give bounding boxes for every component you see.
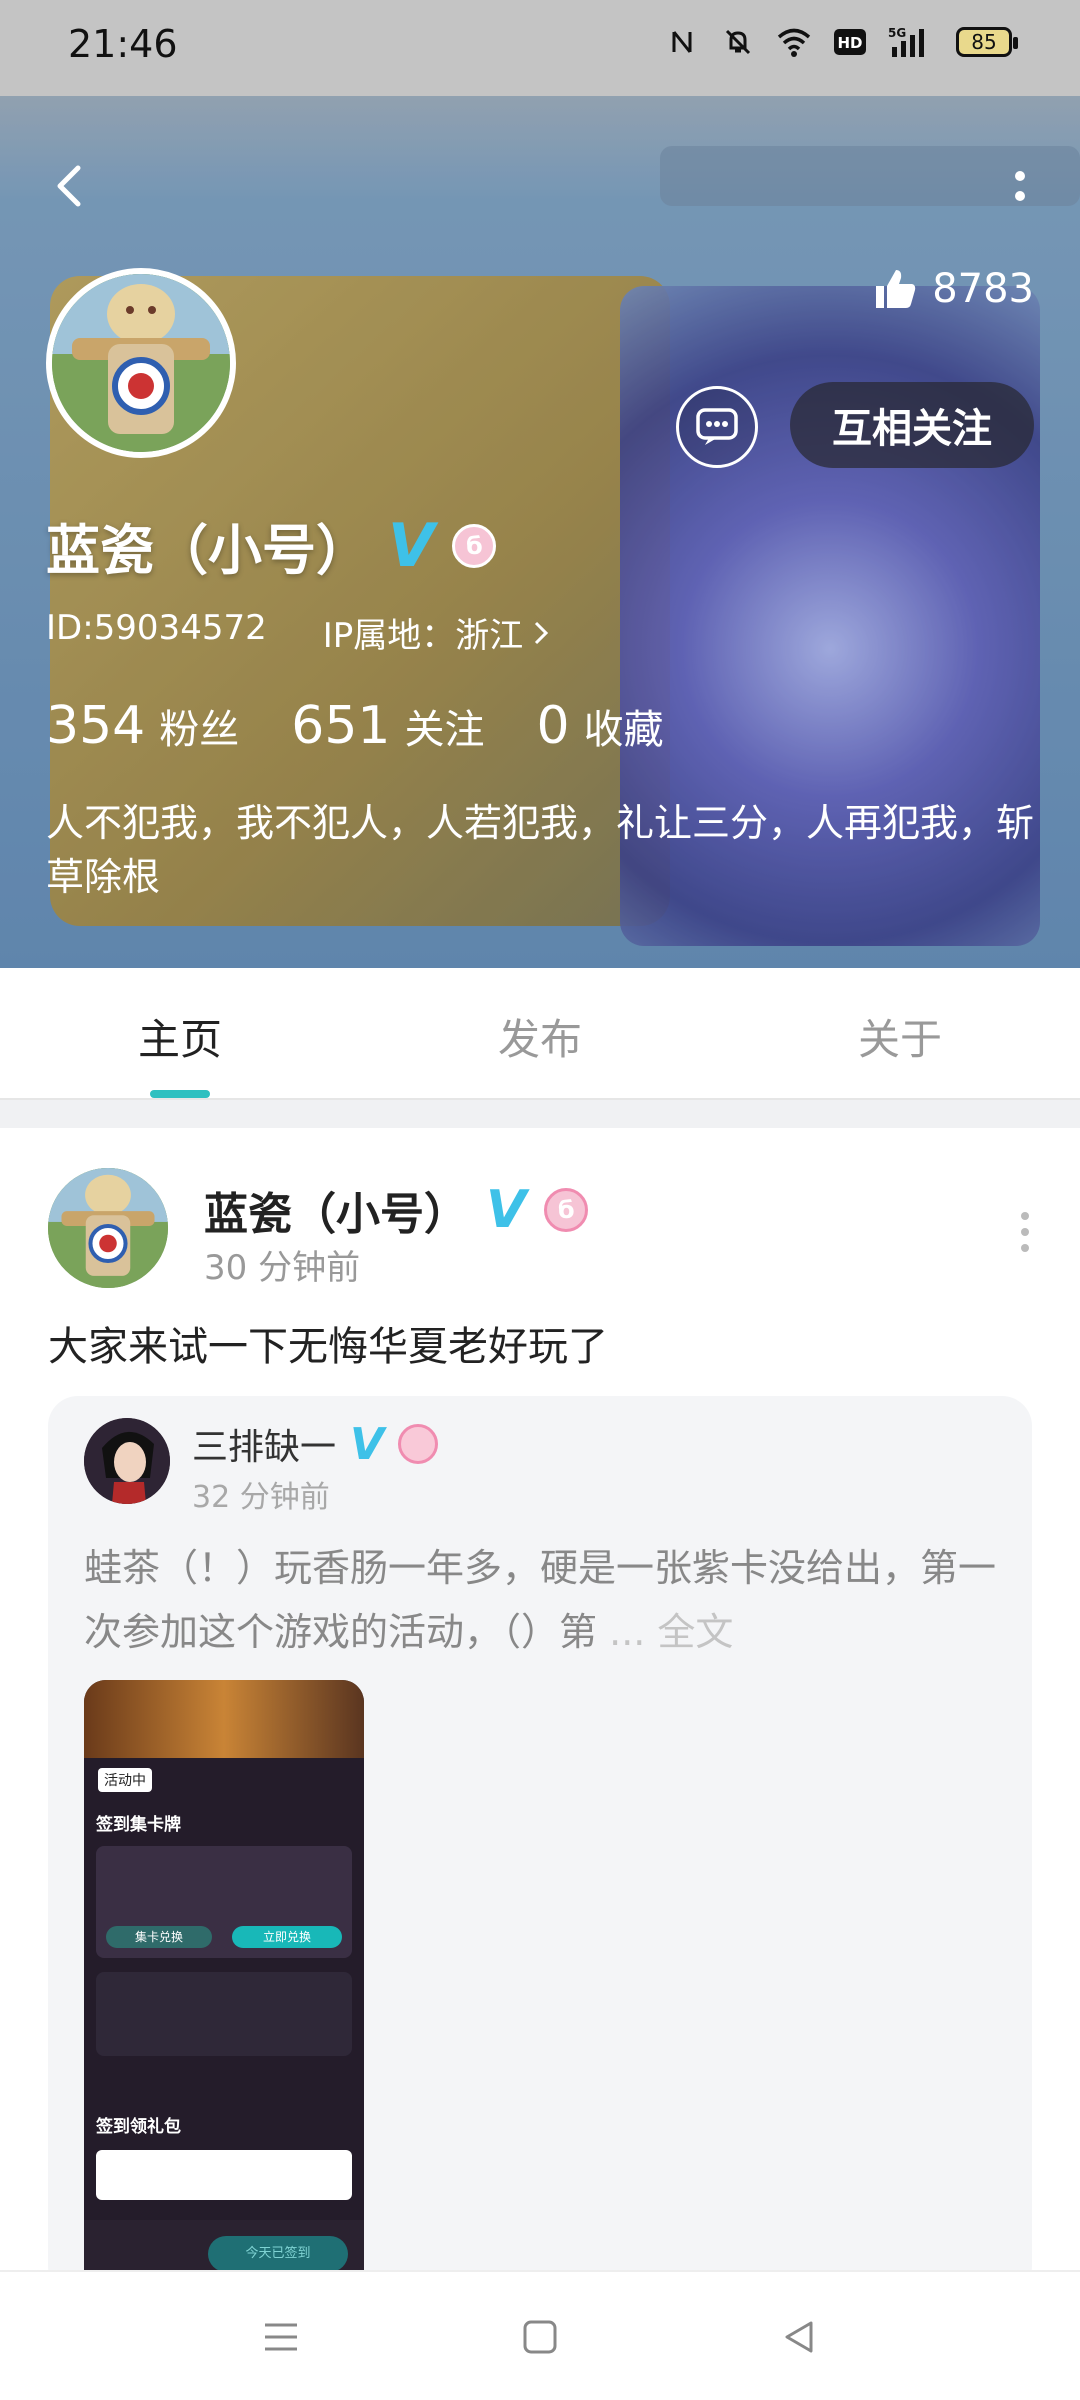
back-nav-icon[interactable]: [774, 2312, 824, 2362]
quoted-post-time: 32 分钟前: [192, 1480, 330, 1515]
status-bar: 21:46 HD 5G 85: [0, 0, 1080, 96]
post-time: 30 分钟前: [204, 1248, 361, 1288]
status-time: 21:46: [68, 22, 178, 66]
image-heading-cards: 签到集卡牌: [96, 1815, 181, 1835]
followers-count[interactable]: 354: [46, 696, 145, 756]
post-more-button[interactable]: [1010, 1212, 1040, 1252]
profile-avatar[interactable]: [46, 268, 236, 458]
profile-bio: 人不犯我，我不犯人，人若犯我，礼让三分，人再犯我，斩草除根: [46, 801, 1035, 899]
profile-page: 21:46 HD 5G 85 8783 互相关注 蓝瓷（小号） V б ID:5…: [0, 0, 1080, 2400]
signal-5g-icon: 5G: [888, 24, 936, 60]
chat-bubble-icon: [696, 408, 738, 445]
feed-post[interactable]: 蓝瓷（小号） V б 30 分钟前 大家来试一下无悔华夏老好玩了 三排缺一 V …: [0, 1128, 1080, 2296]
tab-about[interactable]: 关于: [858, 1006, 942, 1067]
likes-value: 8783: [932, 266, 1034, 312]
verified-v-badge: V: [486, 1180, 527, 1240]
post-author-name[interactable]: 蓝瓷（小号）: [204, 1178, 468, 1242]
username-row: 蓝瓷（小号） V б: [46, 506, 497, 585]
home-nav-icon[interactable]: [515, 2312, 565, 2362]
svg-text:HD: HD: [837, 34, 862, 52]
wifi-icon: [776, 24, 812, 60]
image-btn-exchange: 集卡兑换: [106, 1926, 212, 1948]
following-label[interactable]: 关注: [405, 697, 485, 755]
message-button[interactable]: [676, 386, 758, 468]
image-card-row: [96, 1972, 352, 2056]
tab-home[interactable]: 主页: [138, 1006, 222, 1067]
quoted-post-card[interactable]: 三排缺一 V 32 分钟前 蛙茶（！）玩香肠一年多，硬是一张紫卡没给出，第一次参…: [48, 1396, 1032, 2296]
post-author-row: 蓝瓷（小号） V б: [204, 1178, 589, 1242]
image-banner: [84, 1680, 364, 1758]
verified-v-badge: V: [388, 510, 435, 581]
menu-nav-icon[interactable]: [256, 2312, 306, 2362]
battery-icon: 85: [956, 27, 1018, 57]
user-id: ID:59034572: [46, 608, 267, 648]
svg-text:5G: 5G: [888, 26, 906, 40]
stats-row: 354 粉丝 651 关注 0 收藏: [46, 696, 702, 756]
character-avatar-icon: [84, 1418, 170, 1504]
nfc-icon: [664, 24, 700, 60]
back-button[interactable]: [40, 156, 100, 216]
profile-username: 蓝瓷（小号）: [46, 519, 370, 582]
ip-location-link[interactable]: IP属地：浙江: [323, 608, 552, 657]
image-gift-row: [96, 2150, 352, 2200]
image-btn-redeem: 立即兑换: [232, 1926, 342, 1948]
id-row: ID:59034572 IP属地：浙江: [46, 608, 551, 657]
following-count[interactable]: 651: [291, 696, 390, 756]
verified-v-badge: V: [350, 1418, 385, 1470]
hd-icon: HD: [832, 24, 868, 60]
quoted-author-row: 三排缺一 V: [192, 1418, 439, 1470]
post-author-avatar[interactable]: [48, 1168, 168, 1288]
favorites-count[interactable]: 0: [537, 696, 570, 756]
chevron-right-icon: [535, 621, 549, 644]
quoted-post-body: 蛙茶（！）玩香肠一年多，硬是一张紫卡没给出，第一次参加这个游戏的活动，（）第: [84, 1546, 997, 1654]
back-arrow-icon: [57, 165, 81, 207]
image-card-panel: 集卡兑换 立即兑换: [96, 1846, 352, 1958]
followers-label[interactable]: 粉丝: [159, 697, 239, 755]
image-heading-gift: 签到领礼包: [96, 2117, 181, 2137]
more-menu-button[interactable]: [990, 156, 1050, 216]
status-icons: HD 5G 85: [664, 24, 1018, 60]
mutual-follow-button[interactable]: 互相关注: [790, 382, 1034, 468]
system-nav-bar: [0, 2270, 1080, 2400]
tab-posts[interactable]: 发布: [498, 1006, 582, 1067]
image-status-tag: 活动中: [98, 1768, 152, 1792]
active-tab-indicator: [150, 1090, 210, 1098]
quoted-post-image[interactable]: 活动中 签到集卡牌 集卡兑换 立即兑换 签到领礼包 今天已签到: [84, 1680, 364, 2296]
favorites-label[interactable]: 收藏: [584, 697, 664, 755]
quoted-author-name[interactable]: 三排缺一: [192, 1418, 336, 1470]
level-badge-icon: [398, 1424, 439, 1464]
level-badge: б: [452, 523, 497, 568]
read-more-link[interactable]: ... 全文: [609, 1610, 733, 1654]
ip-location: IP属地：浙江: [322, 616, 524, 656]
profile-tabs: 主页 发布 关于: [0, 968, 1080, 1098]
post-text[interactable]: 大家来试一下无悔华夏老好玩了: [48, 1314, 608, 1372]
quoted-author-avatar[interactable]: [84, 1418, 170, 1504]
likes-count[interactable]: 8783: [872, 266, 1034, 312]
thumbs-up-icon: [876, 270, 916, 308]
quoted-post-text[interactable]: 蛙茶（！）玩香肠一年多，硬是一张紫卡没给出，第一次参加这个游戏的活动，（）第 .…: [84, 1536, 1004, 1664]
scarecrow-avatar-icon: [48, 1168, 168, 1288]
image-sign-button: 今天已签到: [208, 2236, 348, 2272]
mute-icon: [720, 24, 756, 60]
profile-header: 8783 互相关注 蓝瓷（小号） V б ID:59034572 IP属地：浙江…: [0, 96, 1080, 968]
scarecrow-avatar-icon: [52, 274, 230, 452]
level-badge: б: [544, 1188, 589, 1232]
section-divider: [0, 1098, 1080, 1128]
